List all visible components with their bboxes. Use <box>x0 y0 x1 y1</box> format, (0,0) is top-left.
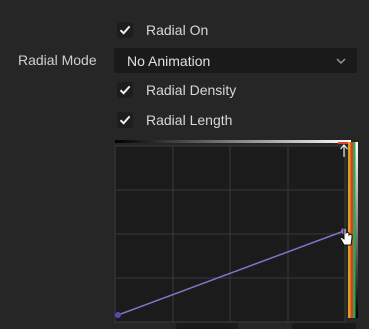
radial-density-row[interactable]: Radial Density <box>117 82 236 98</box>
radial-density-label: Radial Density <box>146 82 237 98</box>
check-icon <box>119 25 131 35</box>
bottom-button-right[interactable] <box>292 323 356 329</box>
bottom-button-left[interactable] <box>176 323 238 329</box>
check-icon <box>119 115 131 125</box>
radial-on-checkbox[interactable] <box>117 22 133 38</box>
radial-length-curve-editor[interactable] <box>112 138 358 329</box>
radial-settings-panel: Radial On Radial Mode No Animation Radia… <box>0 0 369 329</box>
radial-length-checkbox[interactable] <box>117 112 133 128</box>
top-gradient-bar <box>115 140 351 143</box>
chevron-down-icon <box>336 58 346 64</box>
curve-point-start[interactable] <box>115 312 121 318</box>
radial-length-label: Radial Length <box>146 112 233 128</box>
radial-mode-value: No Animation <box>127 52 211 69</box>
right-gradient-bar <box>355 142 358 318</box>
right-red-bar <box>350 142 353 318</box>
radial-length-row[interactable]: Radial Length <box>117 112 232 128</box>
radial-mode-dropdown[interactable]: No Animation <box>114 48 357 73</box>
right-green-bar <box>353 142 356 318</box>
radial-on-label: Radial On <box>146 22 209 38</box>
radial-mode-label: Radial Mode <box>18 52 97 68</box>
radial-density-checkbox[interactable] <box>117 82 133 98</box>
right-yellow-bar <box>348 142 351 318</box>
radial-on-row[interactable]: Radial On <box>117 22 208 38</box>
check-icon <box>119 85 131 95</box>
curve-graph[interactable] <box>112 138 358 329</box>
